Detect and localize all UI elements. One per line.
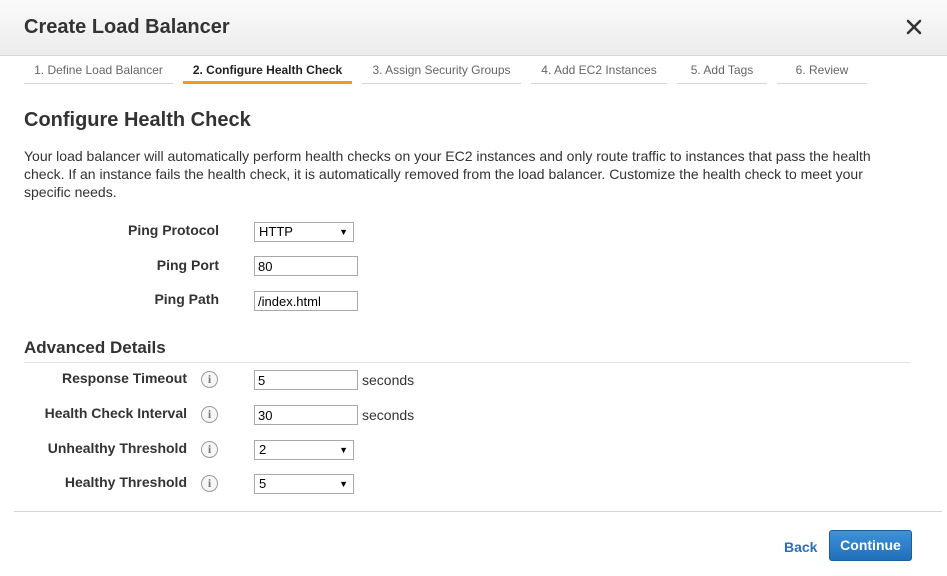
response-timeout-unit: seconds bbox=[362, 372, 415, 388]
tab-assign-security-groups[interactable]: 3. Assign Security Groups bbox=[362, 62, 521, 84]
page-description: Your load balancer will automatically pe… bbox=[24, 148, 871, 200]
ping-path-input[interactable] bbox=[254, 291, 358, 311]
chevron-down-icon: ▼ bbox=[339, 479, 348, 489]
health-check-interval-unit: seconds bbox=[362, 407, 415, 423]
info-icon[interactable]: i bbox=[201, 475, 218, 492]
info-icon[interactable]: i bbox=[201, 406, 218, 423]
info-icon[interactable]: i bbox=[201, 441, 218, 458]
unhealthy-threshold-select[interactable]: 2 ▼ bbox=[254, 440, 354, 460]
page-title: Configure Health Check bbox=[24, 109, 251, 131]
tab-define-load-balancer[interactable]: 1. Define Load Balancer bbox=[24, 62, 173, 84]
response-timeout-label: Response Timeout bbox=[62, 370, 187, 386]
healthy-threshold-select[interactable]: 5 ▼ bbox=[254, 474, 354, 494]
health-check-interval-input[interactable] bbox=[254, 405, 358, 425]
ping-port-input[interactable] bbox=[254, 256, 358, 276]
ping-protocol-label: Ping Protocol bbox=[128, 222, 219, 238]
tab-configure-health-check[interactable]: 2. Configure Health Check bbox=[183, 62, 352, 84]
tab-review[interactable]: 6. Review bbox=[777, 62, 867, 84]
chevron-down-icon: ▼ bbox=[339, 227, 348, 237]
divider bbox=[24, 362, 910, 363]
response-timeout-input[interactable] bbox=[254, 370, 358, 390]
close-icon[interactable] bbox=[905, 16, 923, 36]
footer-divider bbox=[14, 511, 942, 512]
healthy-threshold-label: Healthy Threshold bbox=[64, 474, 187, 490]
healthy-threshold-value: 5 bbox=[259, 476, 267, 491]
advanced-details-heading: Advanced Details bbox=[24, 338, 166, 357]
ping-path-label: Ping Path bbox=[154, 291, 219, 307]
continue-button[interactable]: Continue bbox=[829, 530, 912, 561]
health-check-interval-label: Health Check Interval bbox=[44, 405, 187, 421]
chevron-down-icon: ▼ bbox=[339, 445, 348, 455]
ping-port-label: Ping Port bbox=[156, 257, 219, 273]
info-icon[interactable]: i bbox=[201, 371, 218, 388]
ping-protocol-value: HTTP bbox=[259, 224, 293, 239]
ping-protocol-select[interactable]: HTTP ▼ bbox=[254, 222, 354, 242]
dialog-title: Create Load Balancer bbox=[24, 16, 230, 38]
tab-add-ec2-instances[interactable]: 4. Add EC2 Instances bbox=[531, 62, 667, 84]
tab-add-tags[interactable]: 5. Add Tags bbox=[677, 62, 767, 84]
dialog-header: Create Load Balancer bbox=[0, 0, 947, 56]
unhealthy-threshold-label: Unhealthy Threshold bbox=[47, 440, 187, 456]
back-button[interactable]: Back bbox=[784, 539, 817, 555]
unhealthy-threshold-value: 2 bbox=[259, 442, 267, 457]
